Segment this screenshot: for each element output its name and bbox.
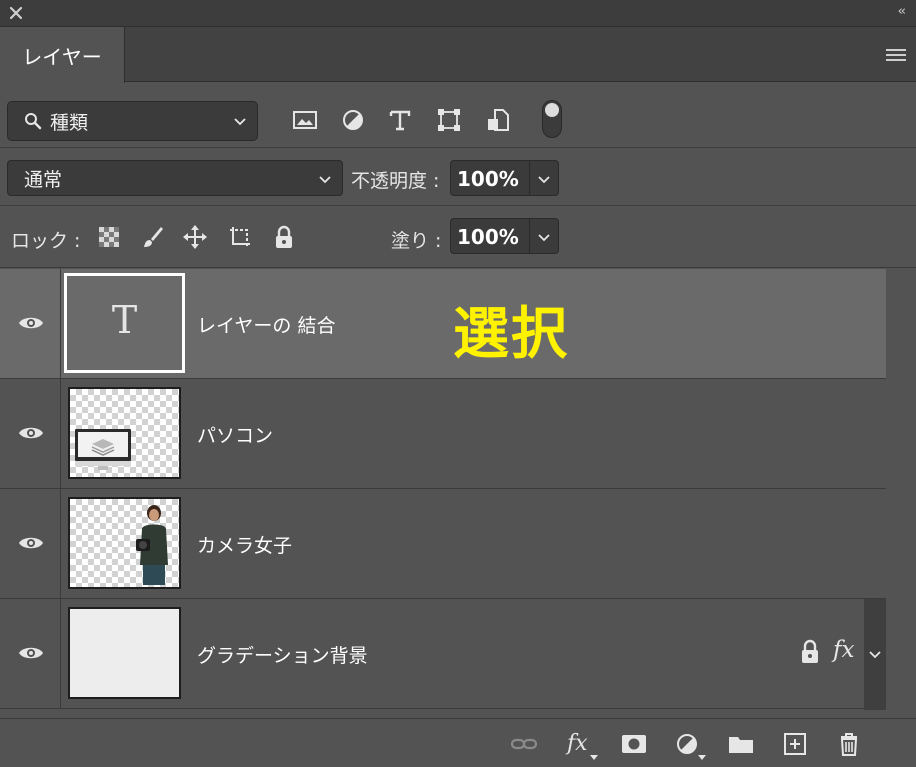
panel-menu-icon[interactable]: [886, 48, 906, 62]
filter-kind-select[interactable]: 種類: [7, 101, 258, 141]
add-mask-icon[interactable]: [620, 731, 648, 757]
layer-thumbnail: [68, 387, 181, 479]
lock-all-icon[interactable]: [271, 224, 297, 250]
layer-name[interactable]: カメラ女子: [197, 531, 292, 558]
effects-expand-bar[interactable]: [864, 599, 886, 710]
lock-transparent-pixels-icon[interactable]: [96, 224, 122, 250]
eye-icon[interactable]: [18, 644, 44, 662]
eye-icon[interactable]: [18, 424, 44, 442]
blend-mode-label: 通常: [24, 168, 63, 191]
shape-filter-icon[interactable]: [435, 106, 463, 134]
new-group-folder-icon[interactable]: [727, 731, 755, 757]
layer-thumbnail: T: [64, 273, 185, 373]
filter-kind-label: 種類: [50, 111, 89, 134]
fill-value[interactable]: 100%: [457, 225, 519, 249]
chevron-down-icon[interactable]: [868, 647, 882, 661]
visibility-column: [0, 489, 61, 599]
lock-label: ロック :: [11, 230, 81, 252]
image-filter-icon[interactable]: [291, 106, 319, 134]
layer-thumbnail: [68, 497, 181, 589]
tab-layers[interactable]: レイヤー: [0, 27, 125, 83]
link-layers-icon[interactable]: [510, 731, 538, 757]
selection-annotation: 選択: [453, 302, 569, 367]
layer-name[interactable]: グラデーション背景: [197, 641, 368, 668]
opacity-label: 不透明度 :: [351, 170, 440, 192]
panel-topbar: ‹‹: [0, 0, 916, 27]
layer-row-gradient-background[interactable]: グラデーション背景 fx: [0, 599, 886, 709]
opacity-field[interactable]: 100%: [450, 160, 559, 196]
woman-thumbnail-image: [136, 505, 168, 585]
field-separator: [529, 219, 530, 253]
visibility-column: [0, 379, 61, 489]
chevron-down-icon: [234, 118, 246, 126]
chevron-down-icon: [319, 176, 331, 184]
add-layer-style-button[interactable]: fx: [567, 731, 588, 756]
blend-row: 通常 不透明度 : 100%: [0, 148, 916, 206]
new-layer-icon[interactable]: [781, 731, 809, 757]
fill-field[interactable]: 100%: [450, 218, 559, 254]
opacity-value[interactable]: 100%: [457, 167, 519, 191]
layer-fx-badge[interactable]: fx: [833, 637, 854, 663]
layers-bottom-toolbar: fx: [0, 718, 916, 767]
layer-name[interactable]: パソコン: [197, 421, 273, 448]
close-icon[interactable]: [8, 5, 24, 21]
filter-row: 種類: [0, 82, 916, 148]
layer-row-computer[interactable]: パソコン: [0, 379, 886, 489]
search-icon: [25, 113, 42, 130]
delete-layer-trash-icon[interactable]: [835, 731, 863, 757]
type-filter-icon[interactable]: [386, 106, 414, 134]
collapse-panel-icon[interactable]: ‹‹: [898, 4, 907, 19]
type-layer-glyph: T: [111, 298, 138, 342]
eye-icon[interactable]: [18, 534, 44, 552]
layer-row-merged[interactable]: T レイヤーの 結合 選択: [0, 269, 886, 379]
lock-position-move-icon[interactable]: [182, 224, 208, 250]
panel-tab-row: レイヤー: [0, 27, 916, 83]
dropdown-triangle-icon: [698, 755, 706, 760]
dropdown-triangle-icon: [590, 755, 598, 760]
chevron-down-icon[interactable]: [537, 172, 551, 186]
layer-thumbnail: [68, 607, 181, 699]
smart-object-filter-icon[interactable]: [484, 106, 512, 134]
blend-mode-select[interactable]: 通常: [7, 160, 343, 196]
field-separator: [529, 161, 530, 195]
lock-row: ロック : 塗り : 100%: [0, 206, 916, 268]
chevron-down-icon[interactable]: [537, 230, 551, 244]
adjustment-layer-icon[interactable]: [673, 731, 701, 757]
lock-image-pixels-brush-icon[interactable]: [139, 224, 165, 250]
layer-name[interactable]: レイヤーの 結合: [197, 311, 335, 338]
filter-toggle-switch[interactable]: [542, 100, 562, 138]
layer-lock-icon: [802, 639, 818, 663]
layer-row-camera-woman[interactable]: カメラ女子: [0, 489, 886, 599]
lock-artboard-icon[interactable]: [227, 224, 253, 250]
visibility-column: [0, 599, 61, 709]
adjustment-filter-icon[interactable]: [339, 106, 367, 134]
visibility-column: [0, 269, 61, 379]
fill-label: 塗り :: [391, 230, 442, 252]
computer-thumbnail-image: [75, 429, 131, 470]
eye-icon[interactable]: [18, 314, 44, 332]
